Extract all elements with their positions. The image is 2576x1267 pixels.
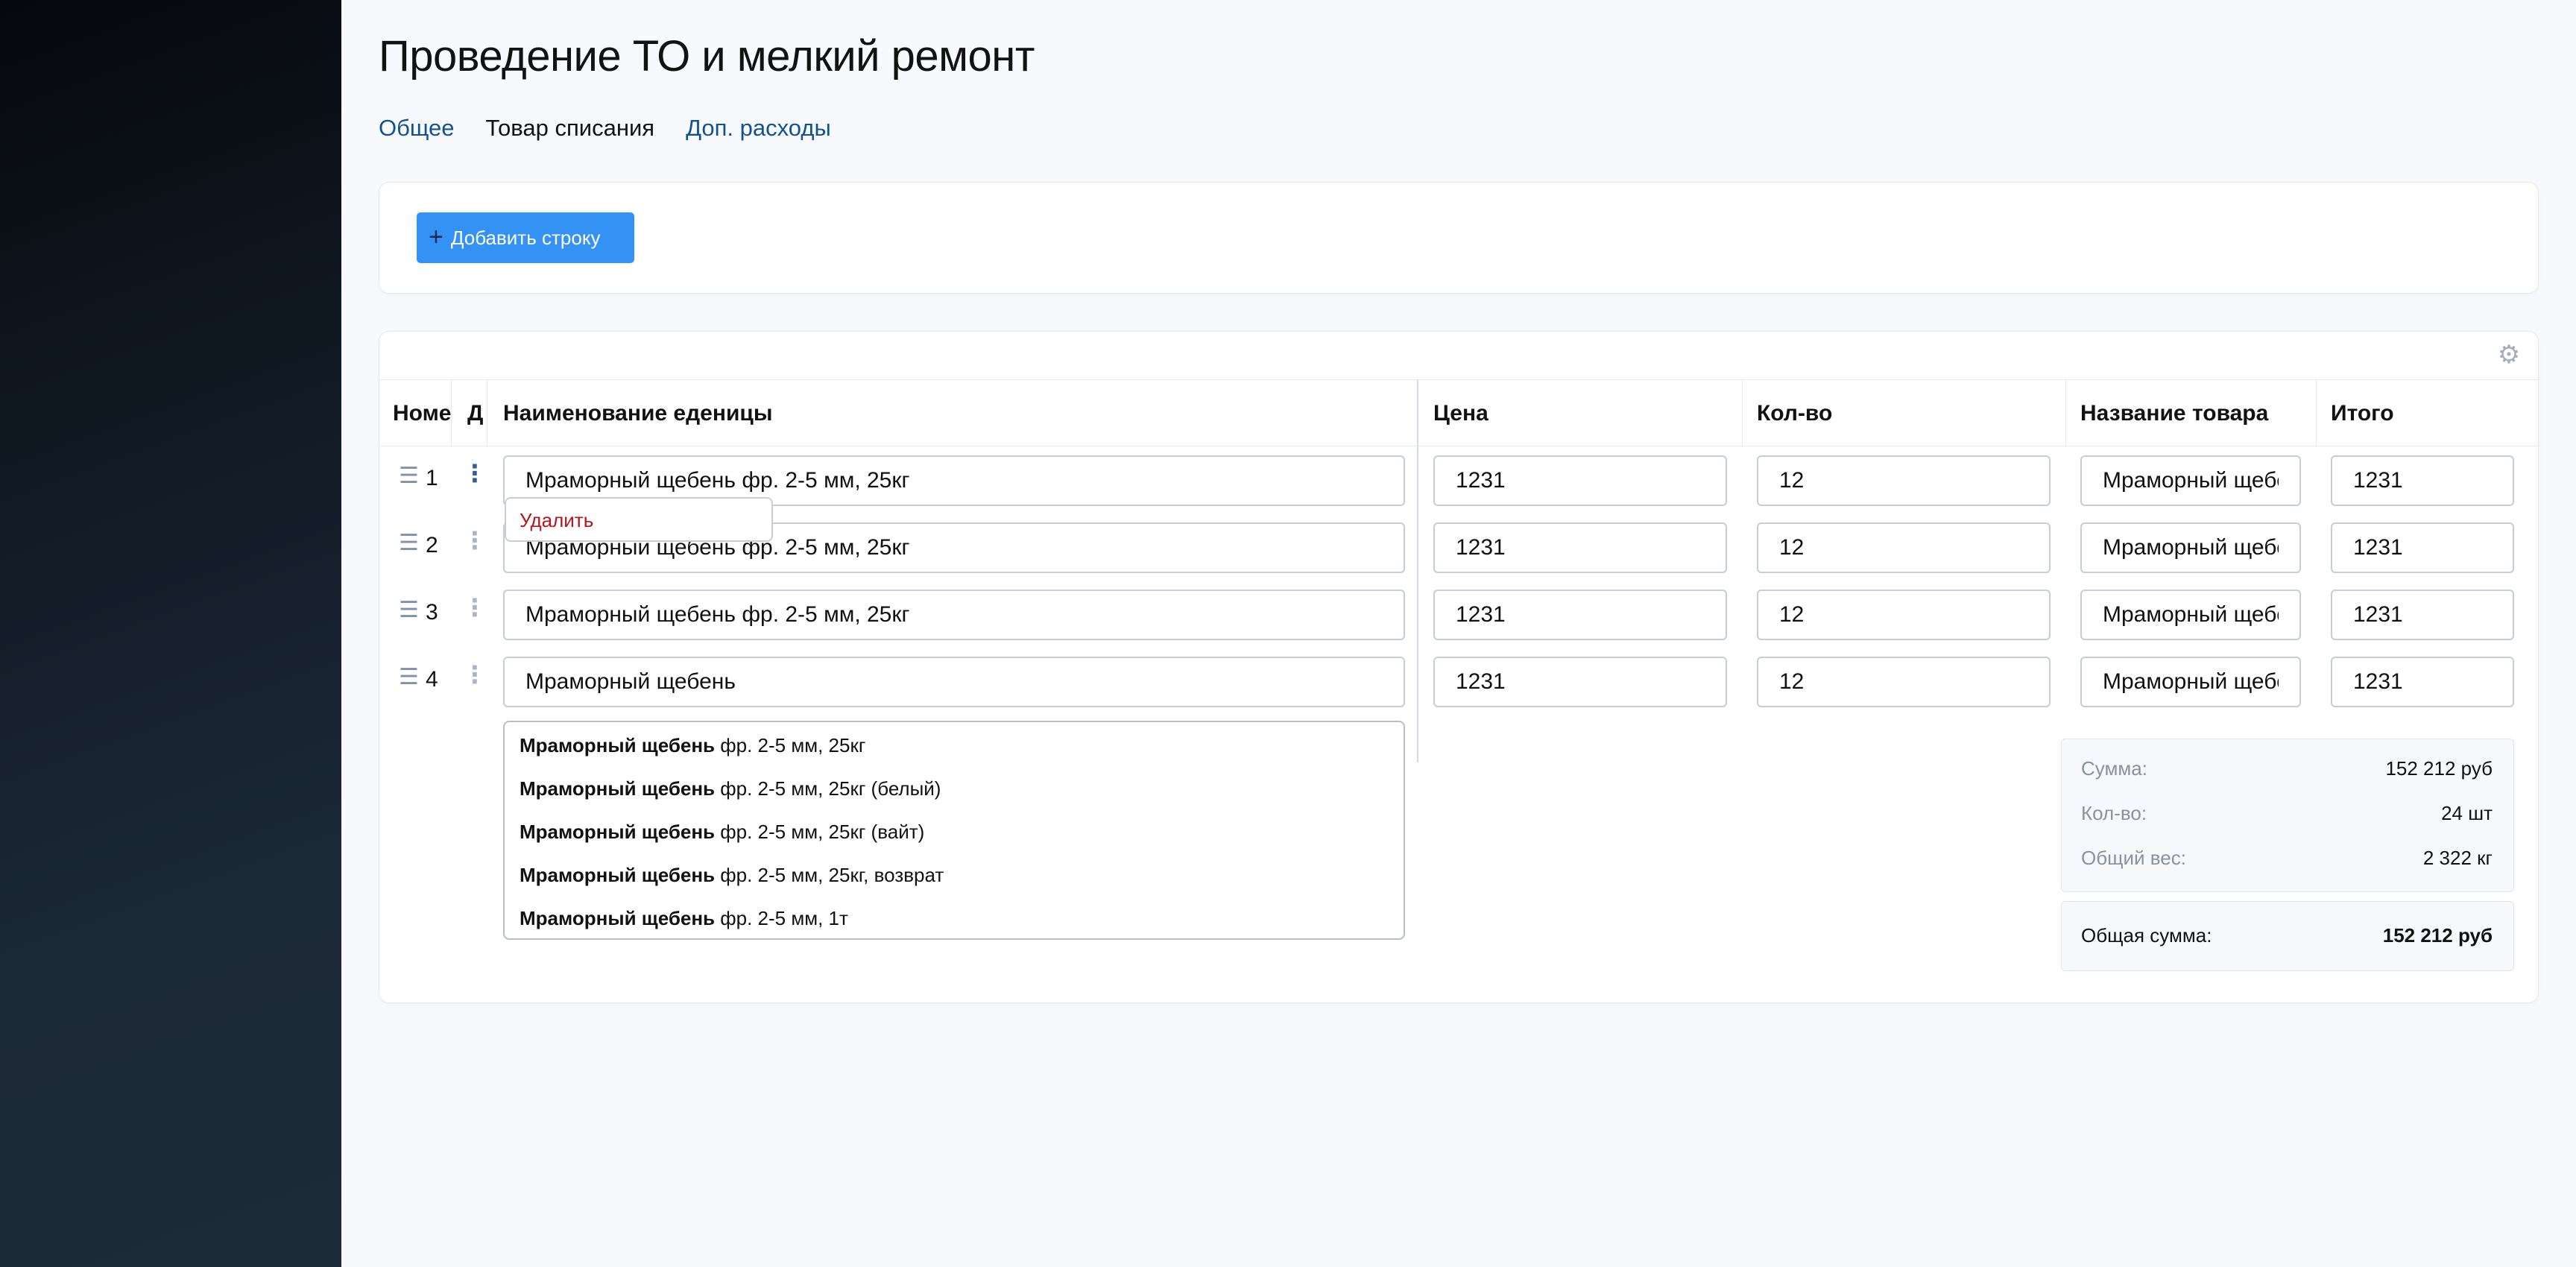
more-vertical-icon[interactable]: ⋮ [463, 663, 487, 686]
grand-total-label: Общая сумма: [2081, 924, 2212, 947]
weight-value: 2 322 кг [2422, 847, 2493, 869]
add-row-label: Добавить строку [450, 226, 601, 249]
sidebar [0, 0, 341, 1267]
drag-handle-icon[interactable]: ☰ [399, 530, 419, 556]
drag-handle-icon[interactable]: ☰ [399, 597, 419, 623]
more-vertical-icon[interactable]: ⋮ [463, 528, 487, 552]
grand-total-value: 152 212 руб [2382, 924, 2493, 947]
tab-general[interactable]: Общее [379, 115, 455, 142]
product-name-input[interactable] [2080, 522, 2301, 573]
table-header: Номе Д Наименование еденицы Цена Кол-во … [379, 379, 2538, 447]
row-number: 2 [426, 533, 438, 557]
price-input[interactable] [1433, 590, 1727, 640]
suggestion-rest: фр. 2-5 мм, 25кг, возврат [715, 864, 944, 886]
more-vertical-icon[interactable]: ⋮ [463, 595, 487, 619]
unit-name-input[interactable] [503, 590, 1405, 640]
row-number: 3 [426, 600, 438, 625]
add-row-button[interactable]: + Добавить строку [417, 212, 634, 263]
column-header-number[interactable]: Номе [393, 380, 452, 447]
quantity-input[interactable] [1757, 590, 2051, 640]
tab-writeoff-goods[interactable]: Товар списания [486, 115, 655, 142]
grand-total-panel: Общая сумма: 152 212 руб [2061, 901, 2514, 971]
suggestion-rest: фр. 2-5 мм, 25кг (белый) [715, 777, 941, 800]
total-input[interactable] [2331, 522, 2514, 573]
table-row: ☰ 3 ⋮ [379, 587, 2538, 640]
suggestion-rest: фр. 2-5 мм, 25кг [715, 734, 866, 756]
price-input[interactable] [1433, 455, 1727, 506]
suggestion-rest: фр. 2-5 мм, 25кг (вайт) [715, 821, 925, 843]
main-content: Проведение ТО и мелкий ремонт Общее Това… [341, 0, 2576, 1267]
weight-label: Общий вес: [2081, 847, 2186, 869]
column-header-unit-name[interactable]: Наименование еденицы [503, 380, 1398, 447]
product-name-input[interactable] [2080, 590, 2301, 640]
sum-value: 152 212 руб [2385, 757, 2493, 780]
quantity-label: Кол-во: [2081, 802, 2147, 824]
suggestion-match: Мраморный щебень [520, 821, 716, 843]
suggestion-match: Мраморный щебень [520, 907, 716, 929]
column-header-product-name[interactable]: Название товара [2080, 380, 2319, 447]
product-name-input[interactable] [2080, 657, 2301, 707]
quantity-input[interactable] [1757, 657, 2051, 707]
suggestion-match: Мраморный щебень [520, 777, 716, 800]
total-input[interactable] [2331, 657, 2514, 707]
unit-name-input[interactable] [503, 657, 1405, 707]
suggestion-item[interactable]: Мраморный щебень фр. 2-5 мм, 25кг, возвр… [505, 859, 1404, 903]
suggestion-item[interactable]: Мраморный щебень фр. 2-5 мм, 25кг (вайт) [505, 816, 1404, 859]
product-name-input[interactable] [2080, 455, 2301, 506]
table-row: ☰ 4 ⋮ [379, 654, 2538, 707]
suggestion-item[interactable]: Мраморный щебень фр. 2-5 мм, 25кг [505, 730, 1404, 773]
header-divider [1742, 380, 1743, 447]
row-number: 1 [426, 466, 438, 490]
tabs: Общее Товар списания Доп. расходы [379, 115, 831, 142]
suggestion-rest: фр. 2-5 мм, 1т [715, 907, 848, 929]
autocomplete-dropdown: Мраморный щебень фр. 2-5 мм, 25кг Мрамор… [503, 721, 1405, 940]
suggestion-match: Мраморный щебень [520, 734, 716, 756]
quantity-value: 24 шт [2441, 802, 2493, 824]
header-divider [2065, 380, 2066, 447]
more-vertical-icon[interactable]: ⋮ [463, 461, 487, 485]
column-header-price[interactable]: Цена [1433, 380, 1731, 447]
total-input[interactable] [2331, 455, 2514, 506]
quantity-input[interactable] [1757, 522, 2051, 573]
suggestion-item[interactable]: Мраморный щебень фр. 2-5 мм, 25кг (белый… [505, 773, 1404, 816]
suggestion-item[interactable]: Мраморный щебень фр. 2-5 мм, 1т [505, 903, 1404, 946]
drag-handle-icon[interactable]: ☰ [399, 463, 419, 489]
sum-label: Сумма: [2081, 757, 2147, 780]
summary-panel: Сумма: 152 212 руб Кол-во: 24 шт Общий в… [2061, 739, 2514, 892]
row-number: 4 [426, 667, 438, 692]
tab-extra-expenses[interactable]: Доп. расходы [686, 115, 831, 142]
total-input[interactable] [2331, 590, 2514, 640]
page-title: Проведение ТО и мелкий ремонт [379, 32, 1035, 80]
price-input[interactable] [1433, 522, 1727, 573]
suggestion-match: Мраморный щебень [520, 864, 716, 886]
delete-row-item[interactable]: Удалить [520, 509, 593, 531]
drag-handle-icon[interactable]: ☰ [399, 664, 419, 690]
column-header-total[interactable]: Итого [2331, 380, 2525, 447]
column-header-actions[interactable]: Д [467, 380, 488, 447]
gear-icon[interactable]: ⚙ [2496, 342, 2522, 367]
toolbar-card: + Добавить строку [379, 182, 2539, 294]
column-header-quantity[interactable]: Кол-во [1757, 380, 2055, 447]
quantity-input[interactable] [1757, 455, 2051, 506]
price-input[interactable] [1433, 657, 1727, 707]
header-divider [451, 380, 452, 447]
row-actions-menu: Удалить [505, 497, 773, 542]
header-divider [2316, 380, 2317, 447]
items-table-card: ⚙ Номе Д Наименование еденицы Цена Кол-в… [379, 331, 2539, 1003]
plus-icon: + [429, 222, 443, 251]
